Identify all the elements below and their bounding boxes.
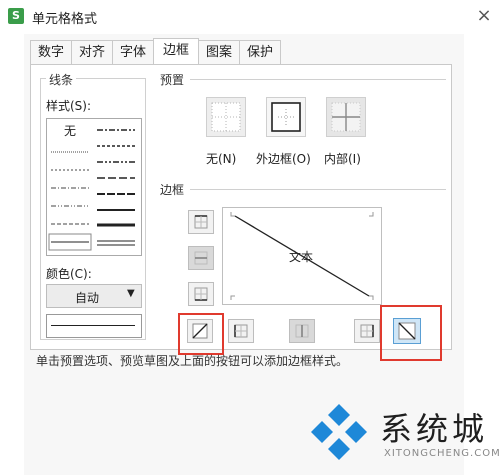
color-preview-line xyxy=(51,325,135,326)
border-bottom-button[interactable] xyxy=(188,282,214,306)
tab-pattern[interactable]: 图案 xyxy=(198,40,240,64)
close-icon: × xyxy=(476,5,492,26)
color-preview xyxy=(46,314,142,338)
preset-inside-button[interactable] xyxy=(326,97,366,137)
tab-font[interactable]: 字体 xyxy=(112,40,154,64)
line-styles-icon xyxy=(48,129,135,251)
preset-outline-button[interactable] xyxy=(266,97,306,137)
close-button[interactable]: × xyxy=(472,4,496,28)
chevron-down-icon: ▼ xyxy=(127,288,135,299)
tab-alignment[interactable]: 对齐 xyxy=(71,40,113,64)
color-value: 自动 xyxy=(75,291,100,305)
color-dropdown[interactable]: 自动 ▼ xyxy=(46,284,142,308)
inside-border-icon xyxy=(331,102,361,132)
tab-protection[interactable]: 保护 xyxy=(239,40,281,64)
diamond-logo-icon xyxy=(311,404,367,460)
color-label: 颜色(C): xyxy=(46,267,92,281)
bottom-border-icon xyxy=(194,287,208,301)
outline-border-icon xyxy=(271,102,301,132)
preset-outline-label: 外边框(O) xyxy=(256,152,311,166)
border-middle-v-button[interactable] xyxy=(289,319,315,343)
no-border-icon xyxy=(211,102,241,132)
tab-border[interactable]: 边框 xyxy=(153,38,199,64)
preset-none-label: 无(N) xyxy=(206,152,237,166)
watermark-brand: 系统城 xyxy=(380,410,489,448)
border-left-button[interactable] xyxy=(228,319,254,343)
border-group-title: 边框 xyxy=(157,181,188,198)
top-border-icon xyxy=(194,215,208,229)
line-style-list[interactable] xyxy=(46,118,142,256)
style-label: 样式(S): xyxy=(46,99,92,113)
line-group-title: 线条 xyxy=(46,71,77,88)
window-title: 单元格格式 xyxy=(32,12,98,27)
none-style-text: 无 xyxy=(64,124,77,138)
diagonal-up-icon xyxy=(192,323,208,339)
inner-horizontal-border-icon xyxy=(194,251,208,265)
diagonal-down-icon xyxy=(398,322,416,340)
left-border-icon xyxy=(234,324,248,338)
watermark-url: XITONGCHENG.COM xyxy=(384,448,500,459)
app-icon: S xyxy=(8,8,24,24)
border-diagonal-up-button[interactable] xyxy=(187,319,213,343)
border-preview[interactable]: 文本 xyxy=(222,207,382,305)
preset-inside-label: 内部(I) xyxy=(324,152,361,166)
hint-text: 单击预置选项、预览草图及上面的按钮可以添加边框样式。 xyxy=(36,354,349,368)
right-border-icon xyxy=(360,324,374,338)
border-right-button[interactable] xyxy=(354,319,380,343)
border-divider xyxy=(190,189,446,190)
preset-group-title: 预置 xyxy=(157,71,188,88)
border-middle-h-button[interactable] xyxy=(188,246,214,270)
border-diagonal-down-button[interactable] xyxy=(393,318,421,344)
border-top-button[interactable] xyxy=(188,210,214,234)
inner-vertical-border-icon xyxy=(295,324,309,338)
watermark-logo xyxy=(308,400,370,462)
preset-none-button[interactable] xyxy=(206,97,246,137)
preset-divider xyxy=(190,79,446,80)
tab-number[interactable]: 数字 xyxy=(30,40,72,64)
preview-text: 文本 xyxy=(289,250,314,264)
